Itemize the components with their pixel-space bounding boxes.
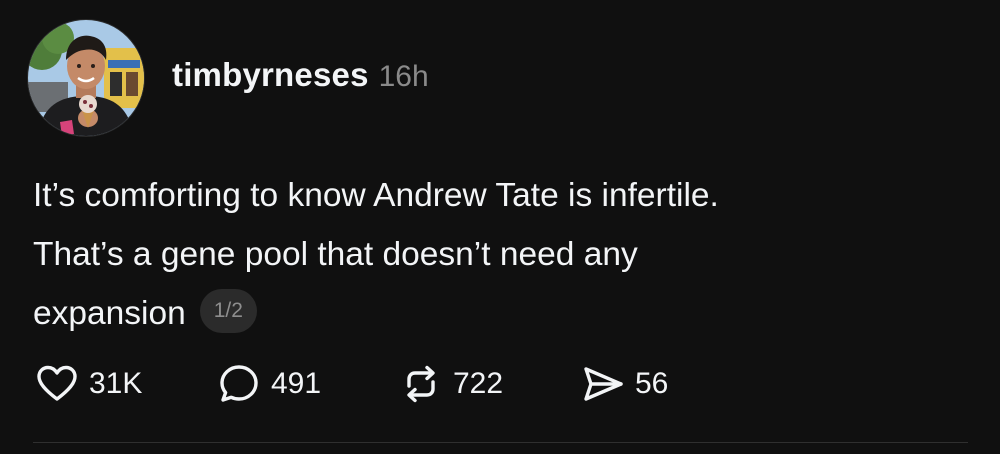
post-text-line: It’s comforting to know Andrew Tate is i… (33, 177, 719, 214)
action-bar: 31K 491 722 56 (33, 360, 699, 408)
avatar[interactable] (27, 19, 145, 137)
post-text-line: That’s a gene pool that doesn’t need any (33, 236, 638, 273)
send-icon (579, 360, 627, 408)
like-count: 31K (89, 367, 143, 400)
thread-post: timbyrneses 16h It’s comforting to know … (0, 0, 1000, 454)
heart-icon (33, 360, 81, 408)
share-count: 56 (635, 367, 669, 400)
post-header: timbyrneses 16h (172, 56, 429, 100)
post-text-line-last: expansion 1/2 (33, 284, 963, 343)
divider (33, 442, 968, 443)
username[interactable]: timbyrneses (172, 56, 369, 94)
repost-icon (397, 360, 445, 408)
post-text: It’s comforting to know Andrew Tate is i… (33, 166, 963, 343)
repost-button[interactable]: 722 (397, 360, 579, 408)
like-button[interactable]: 31K (33, 360, 215, 408)
reply-button[interactable]: 491 (215, 360, 397, 408)
page-indicator-badge: 1/2 (199, 289, 257, 334)
share-button[interactable]: 56 (579, 360, 699, 408)
timestamp: 16h (378, 60, 429, 93)
repost-count: 722 (453, 367, 504, 400)
comment-icon (215, 360, 263, 408)
avatar-photo (28, 20, 144, 136)
reply-count: 491 (271, 367, 322, 400)
post-text-line: expansion (33, 295, 186, 332)
